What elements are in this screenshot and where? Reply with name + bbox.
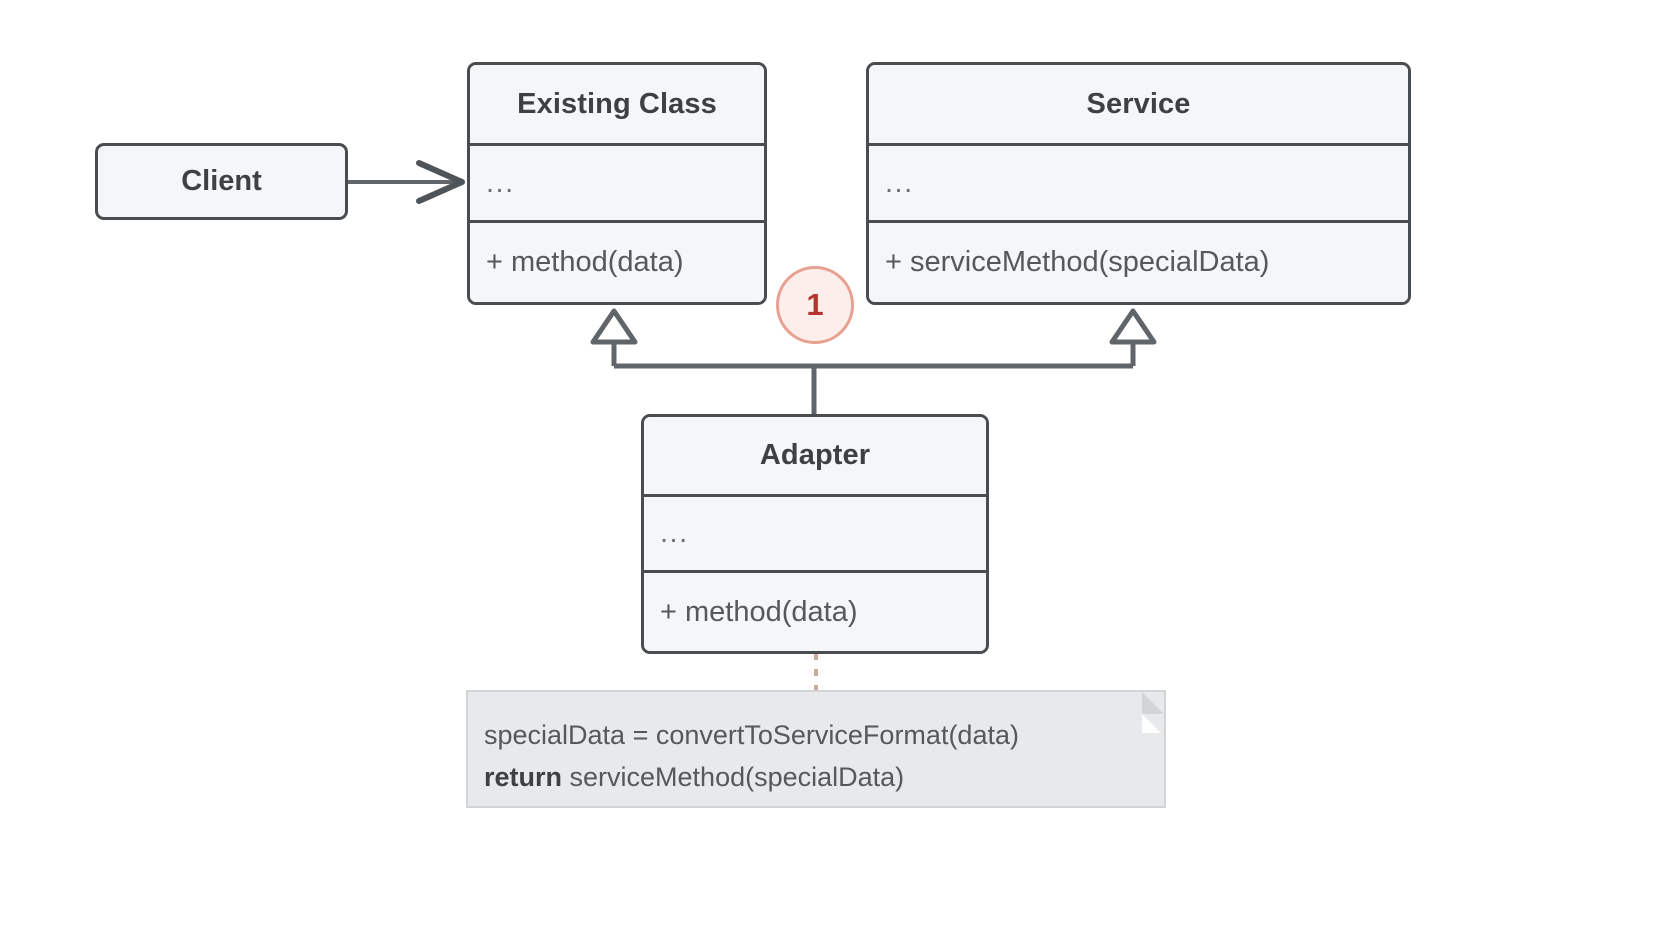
class-box-adapter[interactable]: Adapter ... + method(data): [641, 414, 989, 654]
note-line-2-rest: serviceMethod(specialData): [562, 762, 905, 792]
class-operations-adapter: + method(data): [644, 570, 986, 651]
class-name-client: Client: [181, 165, 262, 197]
note-box-adapter-implementation: specialData = convertToServiceFormat(dat…: [466, 690, 1166, 808]
note-fold-corner-icon: [1142, 692, 1164, 733]
class-name-service: Service: [869, 65, 1408, 143]
generalization-adapter-to-parents: [590, 308, 1157, 416]
class-box-service[interactable]: Service ... + serviceMethod(specialData): [866, 62, 1411, 305]
class-attributes-existing-class: ...: [470, 143, 764, 220]
class-operations-existing-class: + method(data): [470, 220, 764, 302]
class-box-existing-class[interactable]: Existing Class ... + method(data): [467, 62, 767, 305]
association-client-to-existing-class: [348, 160, 465, 204]
class-name-adapter: Adapter: [644, 417, 986, 494]
step-badge-1[interactable]: 1: [776, 266, 854, 344]
note-keyword-return: return: [484, 762, 563, 792]
class-name-existing-class: Existing Class: [470, 65, 764, 143]
class-box-client[interactable]: Client: [95, 143, 348, 220]
class-operations-service: + serviceMethod(specialData): [869, 220, 1408, 302]
note-fold-corner-inner: [1142, 714, 1161, 733]
class-attributes-adapter: ...: [644, 494, 986, 570]
note-line-1: specialData = convertToServiceFormat(dat…: [484, 720, 1019, 750]
note-line-2: return serviceMethod(specialData): [484, 756, 904, 798]
class-attributes-service: ...: [869, 143, 1408, 220]
